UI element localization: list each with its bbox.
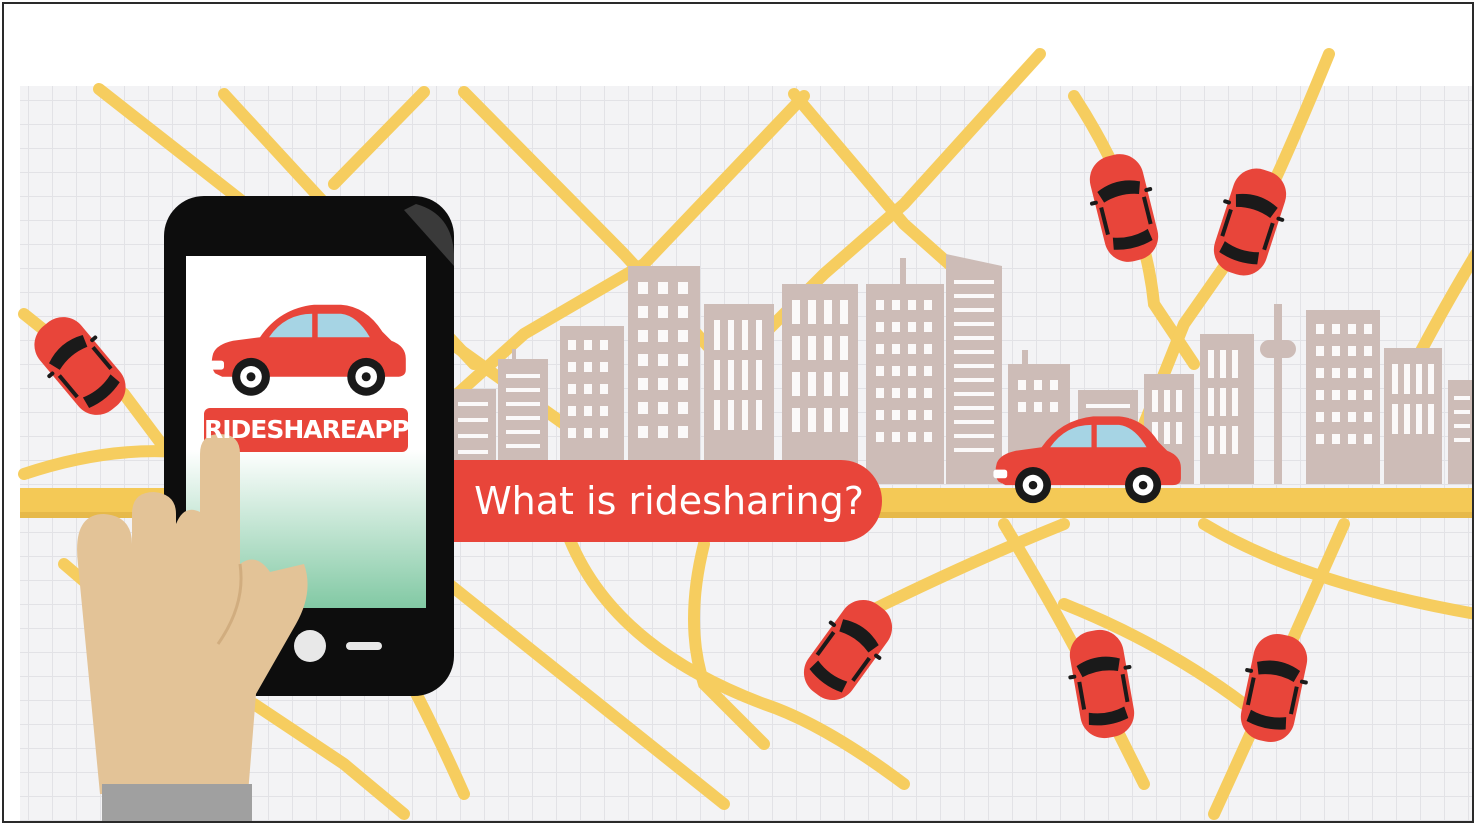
home-button-icon — [294, 630, 326, 662]
app-name-label: RIDESHAREAPPS — [204, 415, 408, 444]
illustration-frame: RIDESHAREAPPS What is ridesharing? — [2, 2, 1474, 823]
sleeve-cuff — [102, 784, 252, 821]
headline-text: What is ridesharing? — [474, 479, 864, 523]
